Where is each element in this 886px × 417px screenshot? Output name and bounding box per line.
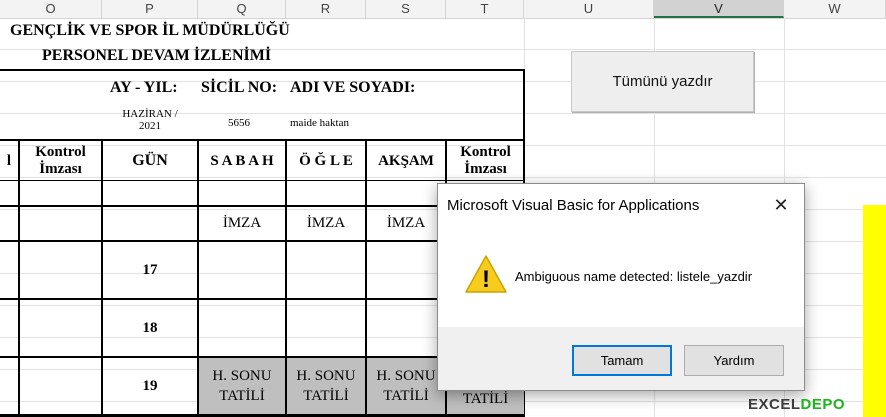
weekend-sabah-line2: TATİLİ	[219, 388, 265, 404]
header-gun: GÜN	[132, 152, 168, 169]
sheet-title-1: GENÇLİK VE SPOR İL MÜDÜRLÜĞÜ	[10, 22, 290, 39]
vba-error-dialog: Microsoft Visual Basic for Applications …	[437, 183, 805, 391]
header-kontrol-2-line1: Kontrol	[460, 144, 511, 160]
day-17[interactable]: 17	[103, 242, 197, 298]
month-value-line1: HAZİRAN /	[122, 108, 178, 120]
weekend-sabah-line1: H. SONU	[212, 368, 272, 384]
day-18[interactable]: 18	[103, 300, 197, 356]
imza-aksam: İMZA	[386, 215, 426, 231]
weekend-ogle-line1: H. SONU	[296, 368, 356, 384]
column-header-t[interactable]: T	[446, 0, 524, 18]
header-ogle: Ö Ğ L E	[299, 152, 353, 169]
close-icon[interactable]: ✕	[768, 192, 794, 218]
column-header-r[interactable]: R	[286, 0, 366, 18]
column-header-bar: O P Q R S T U V W	[0, 0, 886, 19]
imza-ogle: İMZA	[306, 215, 346, 231]
yellow-highlight-cells	[863, 205, 886, 417]
ok-button[interactable]: Tamam	[572, 345, 672, 376]
header-kontrol-1-line2: İmzası	[39, 161, 82, 177]
month-value: HAZİRAN / 2021	[116, 108, 184, 132]
print-all-button[interactable]: Tümünü yazdır	[571, 51, 754, 112]
weekend-ogle-line2: TATİLİ	[303, 388, 349, 404]
weekend-aksam-line2: TATİLİ	[383, 388, 429, 404]
name-value[interactable]: maide haktan	[290, 117, 349, 129]
header-col-o: l	[6, 152, 12, 169]
watermark-part2: DEPO	[800, 396, 846, 413]
column-header-w[interactable]: W	[784, 0, 886, 18]
sicil-no-label: SİCİL NO:	[201, 79, 278, 96]
header-sabah: S A B A H	[210, 152, 274, 169]
sicil-value[interactable]: 5656	[228, 117, 250, 129]
warning-icon: !	[465, 255, 507, 293]
sheet-title-2: PERSONEL DEVAM İZLENİMİ	[42, 47, 272, 64]
header-kontrol-imzasi-1: Kontrol İmzası	[20, 141, 101, 181]
month-value-line2: 2021	[139, 120, 161, 132]
column-header-v[interactable]: V	[654, 0, 784, 18]
column-header-s[interactable]: S	[366, 0, 446, 18]
help-button[interactable]: Yardım	[684, 345, 784, 376]
dialog-message: Ambiguous name detected: listele_yazdir	[515, 269, 753, 284]
watermark-part1: EXCEL	[748, 396, 801, 413]
day-19[interactable]: 19	[103, 358, 197, 414]
dialog-title: Microsoft Visual Basic for Applications	[447, 197, 700, 214]
weekend-ogle: H. SONU TATİLİ	[287, 358, 365, 414]
header-aksam: AKŞAM	[378, 152, 434, 169]
weekend-aksam: H. SONU TATİLİ	[367, 358, 445, 414]
weekend-sabah: H. SONU TATİLİ	[199, 358, 285, 414]
weekend-aksam-line1: H. SONU	[376, 368, 436, 384]
ay-yil-label: AY - YIL:	[110, 79, 178, 96]
column-header-u[interactable]: U	[524, 0, 654, 18]
warning-glyph: !	[482, 266, 490, 293]
column-header-o[interactable]: O	[0, 0, 102, 18]
column-header-q[interactable]: Q	[198, 0, 286, 18]
header-kontrol-2-line2: İmzası	[464, 161, 507, 177]
header-kontrol-imzasi-2: Kontrol İmzası	[447, 141, 524, 181]
header-kontrol-1-line1: Kontrol	[35, 144, 86, 160]
excel-depo-watermark: EXCELDEPO	[748, 396, 845, 413]
adi-soyadi-label: ADI VE SOYADI:	[290, 79, 416, 96]
imza-sabah: İMZA	[222, 215, 262, 231]
column-header-p[interactable]: P	[102, 0, 198, 18]
